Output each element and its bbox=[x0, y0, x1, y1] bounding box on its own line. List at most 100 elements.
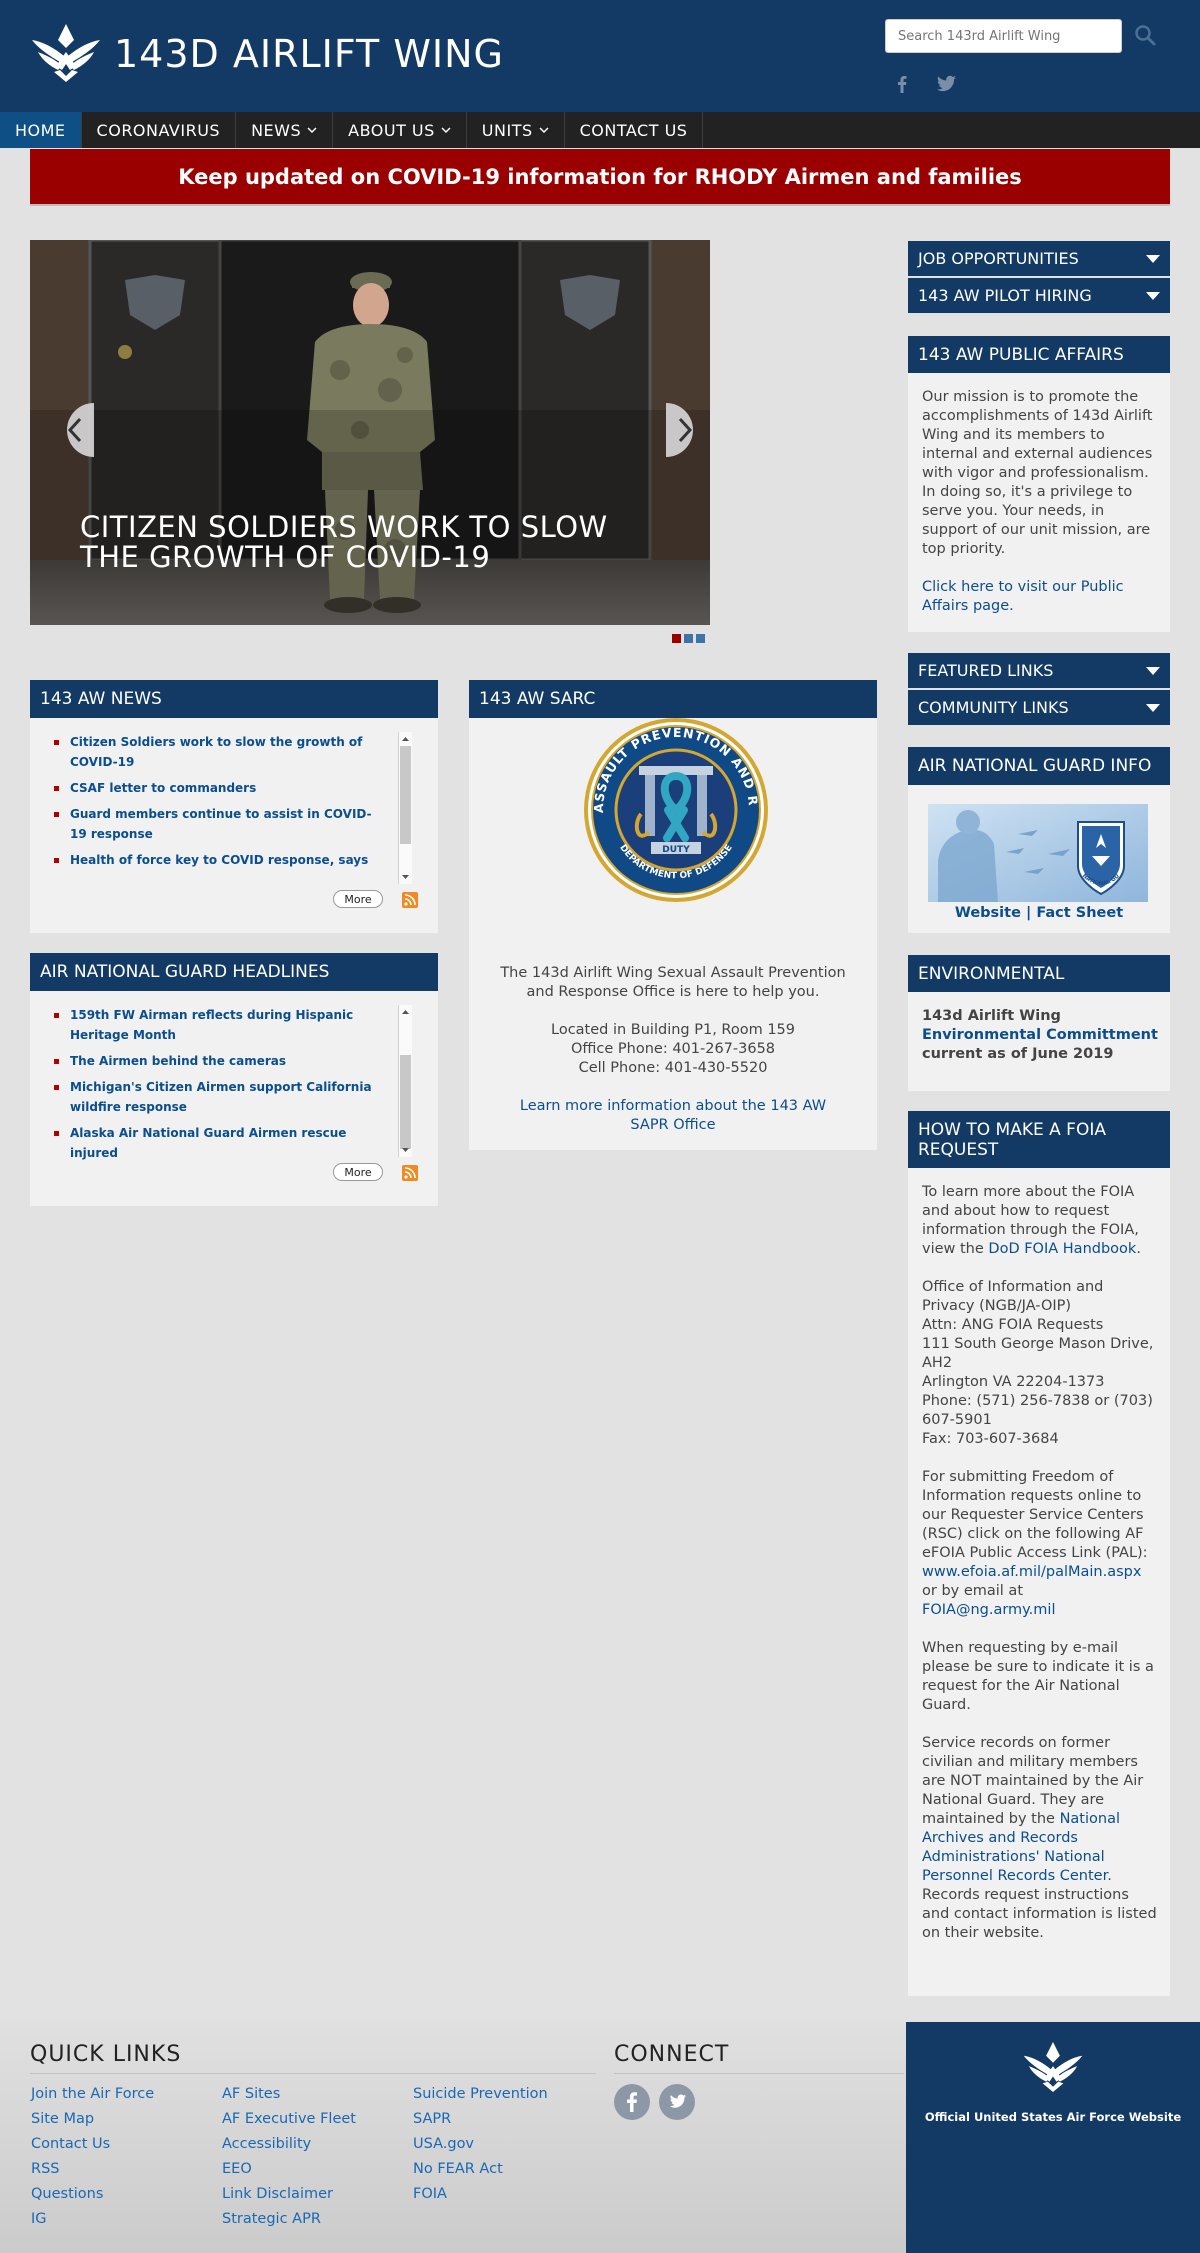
svg-text:DUTY: DUTY bbox=[662, 845, 690, 855]
quick-link[interactable]: AF Executive Fleet bbox=[222, 2107, 356, 2132]
quick-link[interactable]: SAPR bbox=[413, 2107, 548, 2132]
rss-icon[interactable] bbox=[402, 892, 418, 908]
quick-link[interactable]: Site Map bbox=[31, 2107, 154, 2132]
news-item[interactable]: Michigan's Citizen Airmen support Califo… bbox=[54, 1077, 388, 1117]
news-item[interactable]: The Airmen behind the cameras bbox=[54, 1051, 388, 1071]
air-force-logo-icon bbox=[1023, 2042, 1083, 2092]
ang-website-link[interactable]: Website bbox=[955, 905, 1021, 921]
foia-email-link[interactable]: FOIA@ng.army.mil bbox=[922, 1602, 1055, 1618]
ang-headlines-more-button[interactable]: More bbox=[333, 1163, 383, 1181]
quick-link[interactable]: Questions bbox=[31, 2182, 154, 2207]
ang-headlines-panel: AIR NATIONAL GUARD HEADLINES 159th FW Ai… bbox=[30, 953, 438, 1206]
site-footer: QUICK LINKS Join the Air Force Site Map … bbox=[0, 2022, 1200, 2253]
community-links-accordion[interactable]: COMMUNITY LINKS bbox=[908, 690, 1170, 725]
facebook-icon[interactable] bbox=[614, 2084, 650, 2120]
carousel-next-button[interactable] bbox=[666, 403, 710, 457]
scroll-up-icon[interactable] bbox=[401, 735, 410, 743]
chevron-down-icon bbox=[441, 127, 451, 134]
official-af-website-text[interactable]: Official United States Air Force Website bbox=[906, 2110, 1200, 2124]
twitter-icon[interactable] bbox=[659, 2084, 695, 2120]
quick-link[interactable]: AF Sites bbox=[222, 2082, 356, 2107]
sapr-seal-icon: SEXUAL ASSAULT PREVENTION AND RESPONSE D… bbox=[583, 714, 768, 902]
sarc-panel: 143 AW SARC SEXUAL ASSAULT PREVENTION AN… bbox=[469, 680, 877, 1150]
aw-news-more-button[interactable]: More bbox=[333, 890, 383, 908]
search-input[interactable] bbox=[885, 19, 1122, 53]
quick-link[interactable]: Accessibility bbox=[222, 2132, 356, 2157]
quick-link[interactable]: Strategic APR bbox=[222, 2207, 356, 2232]
triangle-down-icon bbox=[1146, 704, 1160, 712]
aw-news-panel: 143 AW NEWS Citizen Soldiers work to slo… bbox=[30, 680, 438, 933]
carousel-caption[interactable]: CITIZEN SOLDIERS WORK TO SLOW THE GROWTH… bbox=[80, 512, 640, 572]
nav-coronavirus[interactable]: CORONAVIRUS bbox=[82, 112, 237, 148]
dod-foia-handbook-link[interactable]: DoD FOIA Handbook bbox=[988, 1241, 1136, 1257]
air-force-footer-box[interactable]: Official United States Air Force Website bbox=[906, 2022, 1200, 2253]
news-item[interactable]: Guard members continue to assist in COVI… bbox=[54, 804, 388, 844]
quick-link[interactable]: IG bbox=[31, 2207, 154, 2232]
aw-news-title[interactable]: 143 AW NEWS bbox=[40, 689, 162, 709]
public-affairs-title[interactable]: 143 AW PUBLIC AFFAIRS bbox=[918, 345, 1124, 365]
public-affairs-link[interactable]: Click here to visit our Public Affairs p… bbox=[922, 578, 1158, 616]
rss-icon[interactable] bbox=[402, 1165, 418, 1181]
scrollbar-thumb[interactable] bbox=[400, 746, 411, 844]
site-title[interactable]: 143D AIRLIFT WING bbox=[114, 32, 504, 76]
quick-link[interactable]: EEO bbox=[222, 2157, 356, 2182]
site-header: 143D AIRLIFT WING bbox=[0, 0, 1200, 112]
carousel-dot-1[interactable] bbox=[672, 634, 681, 643]
twitter-icon[interactable] bbox=[935, 74, 957, 94]
nav-units[interactable]: UNITS bbox=[467, 112, 565, 148]
image-carousel[interactable]: CITIZEN SOLDIERS WORK TO SLOW THE GROWTH… bbox=[30, 240, 710, 625]
chevron-down-icon bbox=[307, 127, 317, 134]
air-force-logo-icon[interactable] bbox=[30, 22, 102, 84]
foia-intro: To learn more about the FOIA and about h… bbox=[922, 1183, 1158, 1259]
quick-link[interactable]: USA.gov bbox=[413, 2132, 548, 2157]
news-item[interactable]: Citizen Soldiers work to slow the growth… bbox=[54, 732, 388, 772]
scroll-down-icon[interactable] bbox=[401, 873, 410, 881]
scroll-up-icon[interactable] bbox=[401, 1008, 410, 1016]
covid-banner[interactable]: Keep updated on COVID-19 information for… bbox=[30, 149, 1170, 206]
divider bbox=[614, 2073, 904, 2074]
ang-info-title[interactable]: AIR NATIONAL GUARD INFO bbox=[918, 756, 1151, 776]
featured-links-accordion[interactable]: FEATURED LINKS bbox=[908, 653, 1170, 688]
news-item[interactable]: CSAF letter to commanders bbox=[54, 778, 388, 798]
nav-contact-us[interactable]: CONTACT US bbox=[565, 112, 704, 148]
sarc-title[interactable]: 143 AW SARC bbox=[479, 689, 595, 709]
public-affairs-header: 143 AW PUBLIC AFFAIRS bbox=[908, 336, 1170, 373]
pilot-hiring-accordion[interactable]: 143 AW PILOT HIRING bbox=[908, 278, 1170, 313]
scrollbar-thumb[interactable] bbox=[400, 1055, 411, 1149]
air-national-guard-banner-image[interactable]: AIR NATIONAL GUARD bbox=[928, 804, 1148, 902]
efoia-pal-link[interactable]: www.efoia.af.mil/palMain.aspx bbox=[922, 1564, 1141, 1580]
ang-headlines-title[interactable]: AIR NATIONAL GUARD HEADLINES bbox=[40, 962, 329, 982]
job-opportunities-accordion[interactable]: JOB OPPORTUNITIES bbox=[908, 241, 1170, 276]
quick-link[interactable]: No FEAR Act bbox=[413, 2157, 548, 2182]
nav-news-label: NEWS bbox=[251, 120, 302, 140]
news-item[interactable]: Alaska Air National Guard Airmen rescue … bbox=[54, 1123, 388, 1163]
environmental-panel: ENVIRONMENTAL 143d Airlift Wing Environm… bbox=[908, 955, 1170, 1091]
nav-home[interactable]: HOME bbox=[0, 112, 82, 148]
news-scrollbar[interactable] bbox=[398, 732, 412, 884]
carousel-previous-button[interactable] bbox=[50, 403, 94, 457]
quick-link[interactable]: Contact Us bbox=[31, 2132, 154, 2157]
connect-title: CONNECT bbox=[614, 2042, 730, 2067]
triangle-down-icon bbox=[1146, 255, 1160, 263]
carousel-dot-2[interactable] bbox=[684, 634, 693, 643]
nav-news[interactable]: NEWS bbox=[236, 112, 334, 148]
search-icon[interactable] bbox=[1132, 22, 1158, 48]
carousel-dot-3[interactable] bbox=[696, 634, 705, 643]
ang-fact-sheet-link[interactable]: Fact Sheet bbox=[1036, 905, 1123, 921]
news-item[interactable]: 159th FW Airman reflects during Hispanic… bbox=[54, 1005, 388, 1045]
quick-link[interactable]: Join the Air Force bbox=[31, 2082, 154, 2107]
environmental-committment-link[interactable]: Environmental Committment bbox=[922, 1027, 1158, 1043]
news-item[interactable]: Health of force key to COVID response, s… bbox=[54, 850, 388, 870]
foia-title[interactable]: HOW TO MAKE A FOIA REQUEST bbox=[918, 1120, 1160, 1160]
headlines-scrollbar[interactable] bbox=[398, 1005, 412, 1157]
quick-link[interactable]: Suicide Prevention bbox=[413, 2082, 548, 2107]
quick-link[interactable]: FOIA bbox=[413, 2182, 548, 2207]
nav-about-us[interactable]: ABOUT US bbox=[333, 112, 467, 148]
facebook-icon[interactable] bbox=[892, 74, 912, 94]
quick-link[interactable]: Link Disclaimer bbox=[222, 2182, 356, 2207]
covid-banner-text: Keep updated on COVID-19 information for… bbox=[178, 164, 1022, 189]
environmental-title[interactable]: ENVIRONMENTAL bbox=[918, 964, 1064, 984]
sarc-learn-more-link[interactable]: Learn more information about the 143 AW … bbox=[469, 1097, 877, 1135]
quick-link[interactable]: RSS bbox=[31, 2157, 154, 2182]
scroll-down-icon[interactable] bbox=[401, 1146, 410, 1154]
